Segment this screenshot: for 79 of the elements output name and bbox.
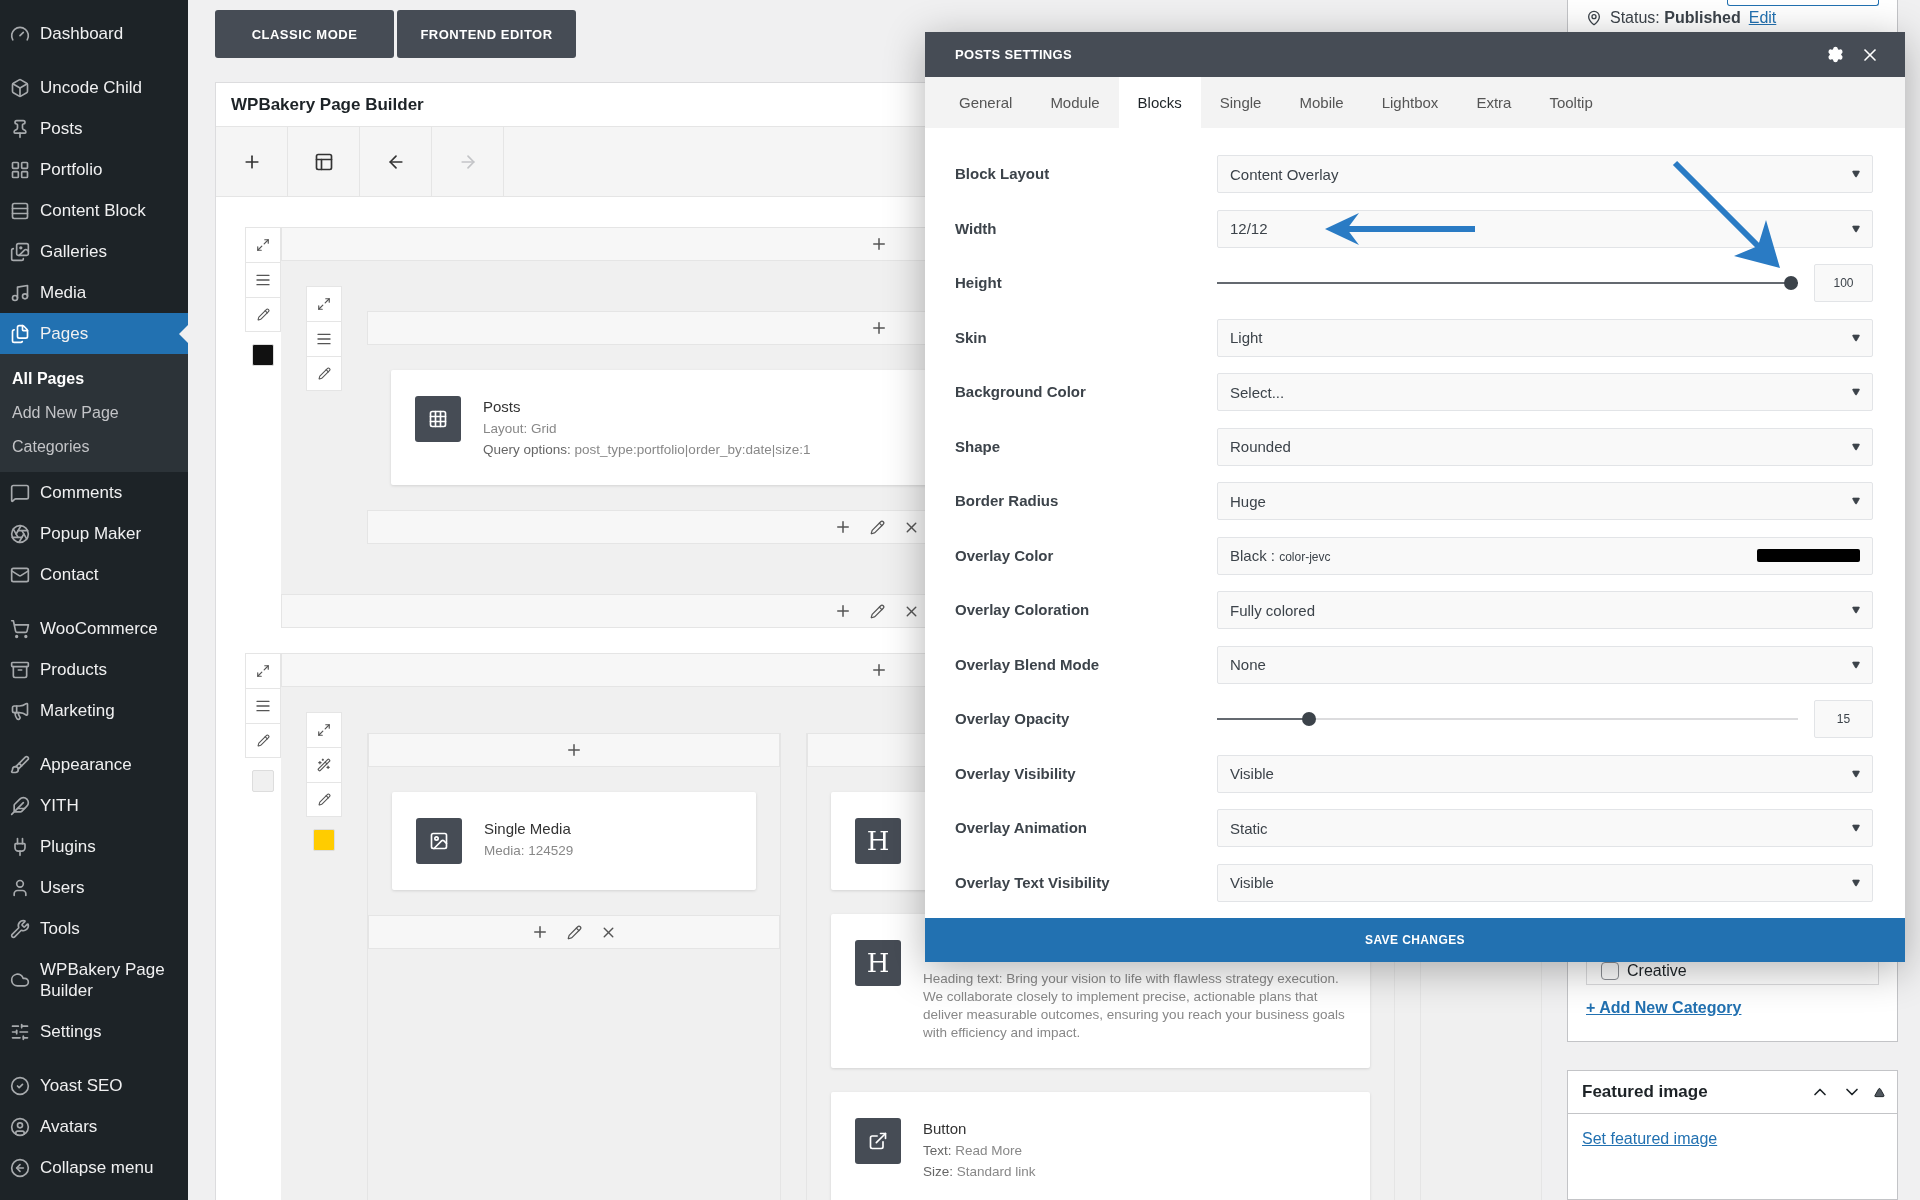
mode-button[interactable]: CLASSIC MODE bbox=[215, 10, 394, 58]
heading-icon: H bbox=[855, 818, 901, 864]
element-title: Posts bbox=[483, 398, 522, 415]
mode-button[interactable]: FRONTEND EDITOR bbox=[397, 10, 576, 58]
field-label: Overlay Text Visibility bbox=[955, 872, 1111, 893]
select-field[interactable]: Content Overlay bbox=[1217, 155, 1873, 193]
category-label: Creative bbox=[1627, 962, 1687, 980]
field-label: Overlay Blend Mode bbox=[955, 654, 1101, 675]
menu-item[interactable]: Yoast SEO bbox=[0, 1065, 188, 1106]
menu-item[interactable]: Products bbox=[0, 649, 188, 690]
panel-title: Featured image bbox=[1582, 1082, 1709, 1102]
element-title: Single Media bbox=[484, 820, 572, 837]
color-field[interactable]: Black : color-jevc bbox=[1217, 536, 1873, 575]
select-field[interactable]: 12/12 bbox=[1217, 209, 1873, 248]
menu-item[interactable]: Popup Maker bbox=[0, 513, 188, 554]
menu-item[interactable]: WPBakery Page Builder bbox=[0, 949, 188, 1011]
field-label: Width bbox=[955, 218, 998, 239]
menu-item[interactable]: Plugins bbox=[0, 826, 188, 867]
select-field[interactable]: Visible bbox=[1217, 754, 1873, 793]
element-title: Button bbox=[923, 1120, 968, 1137]
element-detail: Size: Standard link bbox=[923, 1163, 1036, 1181]
menu-item[interactable]: Media bbox=[0, 272, 188, 313]
number-field[interactable]: 100 bbox=[1814, 264, 1873, 302]
field-label: Overlay Animation bbox=[955, 818, 1088, 838]
heading-icon: H bbox=[855, 940, 901, 986]
select-field[interactable]: Light bbox=[1217, 318, 1873, 357]
select-field[interactable]: None bbox=[1217, 645, 1873, 684]
menu-item[interactable]: Contact bbox=[0, 554, 188, 595]
select-field[interactable]: Visible bbox=[1217, 863, 1873, 902]
field-label: Overlay Visibility bbox=[955, 763, 1077, 784]
submenu-item[interactable]: Add New Page bbox=[0, 396, 188, 430]
submenu-item[interactable]: Categories bbox=[0, 430, 188, 464]
select-field[interactable]: Fully colored bbox=[1217, 591, 1873, 629]
field-label: Skin bbox=[955, 327, 988, 348]
field-label: Block Layout bbox=[955, 164, 1051, 184]
select-field[interactable]: Huge bbox=[1217, 482, 1873, 520]
status-text: Status: Published bbox=[1610, 9, 1741, 27]
element-card[interactable]: Single Media Media: 124529 bbox=[392, 792, 756, 890]
element-card[interactable]: Button Text: Read More Size: Standard link bbox=[831, 1092, 1370, 1200]
menu-item[interactable]: Galleries bbox=[0, 231, 188, 272]
dialog-title: POSTS SETTINGS bbox=[955, 47, 1073, 62]
menu-item[interactable]: Portfolio bbox=[0, 149, 188, 190]
element-detail: Text: Read More bbox=[923, 1142, 1024, 1160]
menu-item[interactable]: Tools bbox=[0, 908, 188, 949]
field-label: Overlay Opacity bbox=[955, 709, 1071, 729]
menu-item[interactable]: Appearance bbox=[0, 744, 188, 785]
field-label: Overlay Color bbox=[955, 545, 1055, 566]
field-label: Border Radius bbox=[955, 491, 1060, 511]
menu-item[interactable]: Pages bbox=[0, 313, 188, 354]
field-label: Height bbox=[955, 273, 1003, 293]
edit-link[interactable]: Edit bbox=[1748, 9, 1777, 27]
select-field[interactable]: Static bbox=[1217, 809, 1873, 847]
element-detail: Query options: post_type:portfolio|order_by:date|size:1 bbox=[483, 441, 811, 459]
menu-item[interactable]: WooCommerce bbox=[0, 608, 188, 649]
menu-item[interactable]: YITH bbox=[0, 785, 188, 826]
menu-item[interactable]: Uncode Child bbox=[0, 67, 188, 108]
field-label: Overlay Coloration bbox=[955, 600, 1091, 620]
element-detail: Media: 124529 bbox=[484, 842, 574, 860]
element-detail: Layout: Grid bbox=[483, 420, 558, 438]
select-field[interactable]: Rounded bbox=[1217, 427, 1873, 466]
menu-item[interactable]: Content Block bbox=[0, 190, 188, 231]
tab[interactable]: Blocks bbox=[1118, 77, 1201, 128]
add-category-link[interactable]: + Add New Category bbox=[1586, 999, 1879, 1017]
menu-item[interactable]: Users bbox=[0, 867, 188, 908]
menu-item[interactable]: Collapse menu bbox=[0, 1147, 188, 1188]
select-field[interactable]: Select... bbox=[1217, 373, 1873, 411]
menu-item[interactable]: Settings bbox=[0, 1011, 188, 1052]
menu-item[interactable]: Marketing bbox=[0, 690, 188, 731]
menu-item[interactable]: Avatars bbox=[0, 1106, 188, 1147]
number-field[interactable]: 15 bbox=[1814, 700, 1873, 738]
element-detail: Heading text: Bring your vision to life with flawless strategy execution. We collaborate closely to implement precise, actionable plans that deliver measurable outcomes, ensuring you reach your business goals with efficiency and impact. bbox=[923, 970, 1346, 1042]
featured-image-link[interactable]: Set featured image bbox=[1582, 1130, 1718, 1147]
menu-item[interactable]: Posts bbox=[0, 108, 188, 149]
menu-item[interactable]: Comments bbox=[0, 472, 188, 513]
field-label: Background Color bbox=[955, 382, 1087, 402]
submenu-item[interactable]: All Pages bbox=[0, 362, 188, 396]
field-label: Shape bbox=[955, 436, 1001, 457]
menu-item[interactable]: Dashboard bbox=[0, 13, 188, 54]
save-button[interactable]: SAVE CHANGES bbox=[925, 918, 1905, 962]
